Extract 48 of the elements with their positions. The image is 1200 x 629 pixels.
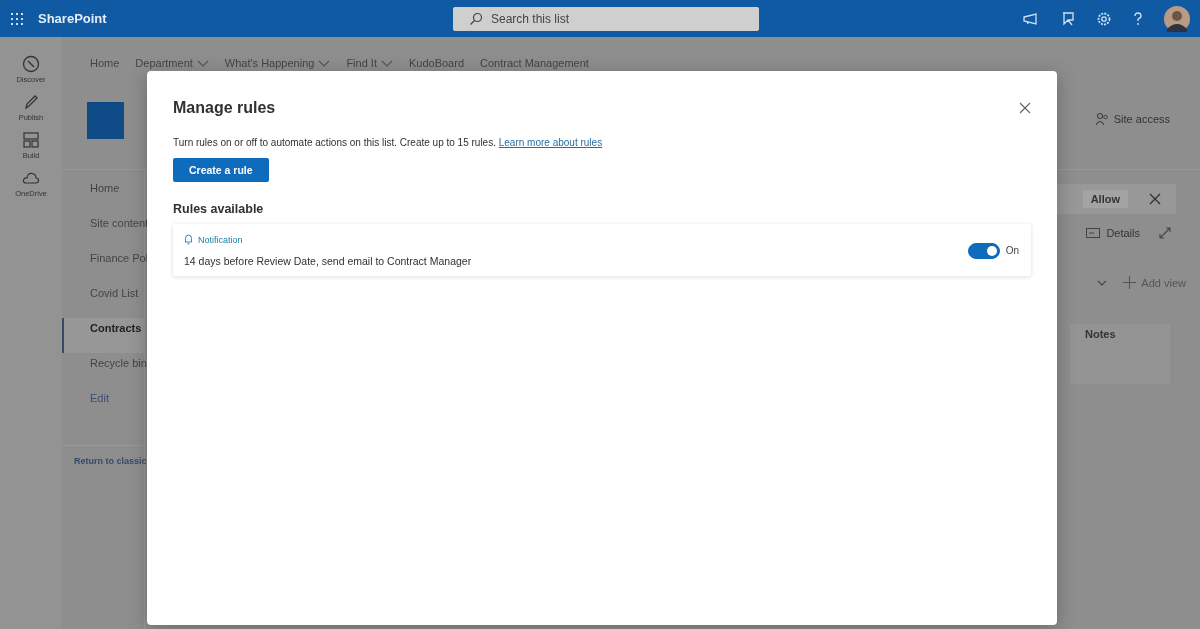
nav-link[interactable]: Contract Management <box>480 57 589 69</box>
expand-icon[interactable] <box>1158 226 1172 240</box>
nav-link[interactable]: Find It <box>346 57 393 69</box>
site-access-button[interactable]: Site access <box>1094 112 1170 126</box>
close-icon[interactable] <box>1019 102 1031 114</box>
rule-description: 14 days before Review Date, send email to Contract Manager <box>184 255 472 267</box>
dialog-description: Turn rules on or off to automate actions on this list. Create up to 15 rules. Learn more about rules <box>173 137 604 148</box>
chevron-icon <box>196 59 209 67</box>
site-logo <box>87 101 124 139</box>
info-card-icon <box>1086 228 1101 238</box>
pen-icon <box>22 93 40 111</box>
create-rule-button[interactable]: Create a rule <box>173 158 269 182</box>
details-button[interactable]: Details <box>1086 227 1140 239</box>
site-nav-item[interactable]: Contracts <box>62 318 144 353</box>
search-icon <box>469 11 483 26</box>
caret-icon[interactable] <box>1097 279 1108 286</box>
settings-icon[interactable] <box>1096 10 1112 27</box>
column-header[interactable]: Notes <box>1070 324 1170 384</box>
site-nav-item[interactable]: Edit <box>62 388 144 423</box>
return-to-classic-link[interactable]: Return to classic <box>62 445 144 466</box>
chevron-icon <box>318 59 331 67</box>
app-launcher-icon[interactable] <box>10 11 24 26</box>
nav-link[interactable]: Department <box>135 57 209 69</box>
toggle-switch[interactable] <box>967 242 1000 259</box>
avatar-icon[interactable] <box>1164 5 1190 32</box>
allow-button[interactable]: Allow <box>1082 190 1128 208</box>
megaphone-icon[interactable] <box>1022 11 1040 26</box>
feedback-icon[interactable] <box>1060 10 1076 27</box>
chevron-icon <box>380 59 393 67</box>
app-name[interactable]: SharePoint <box>38 11 107 26</box>
nav-link[interactable]: KudoBoard <box>408 57 464 69</box>
section-title: Rules available <box>173 202 265 216</box>
people-icon <box>1094 112 1109 126</box>
nav-link[interactable]: Home <box>90 57 120 69</box>
site-nav-item[interactable]: Covid List <box>62 283 144 318</box>
site-nav-item[interactable]: Home <box>62 178 144 213</box>
nav-link[interactable]: What's Happening <box>224 57 331 69</box>
bell-icon <box>184 234 193 245</box>
close-icon[interactable] <box>1148 192 1162 206</box>
search-field[interactable]: Search this list <box>453 6 759 31</box>
blocks-icon <box>22 131 40 149</box>
compass-icon <box>22 55 40 73</box>
dialog-title: Manage rules <box>173 99 276 117</box>
plus-icon <box>1123 276 1137 289</box>
learn-more-link[interactable]: Learn more about rules <box>498 137 603 148</box>
rule-type-label: Notification <box>198 234 243 245</box>
help-icon[interactable] <box>1132 10 1144 27</box>
toggle-label: On <box>1005 245 1019 256</box>
